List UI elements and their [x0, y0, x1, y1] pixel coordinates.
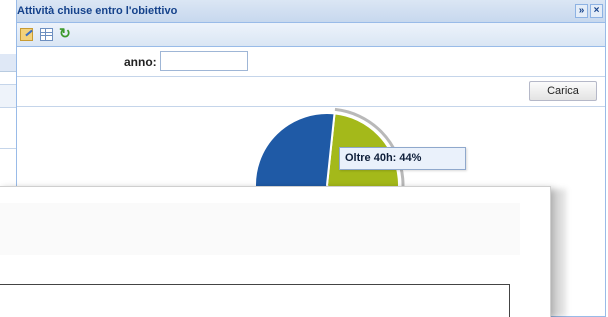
chart-tooltip: Oltre 40h: 44%: [339, 147, 466, 170]
background-panel-row: [0, 84, 16, 108]
refresh-icon[interactable]: ↻: [59, 26, 72, 40]
panel-title: Attività chiuse entro l'obiettivo: [17, 5, 178, 17]
filter-row: anno:: [17, 47, 605, 77]
background-panel-header: [0, 54, 16, 72]
panel-tools: » ×: [575, 4, 603, 18]
collapse-icon[interactable]: »: [575, 4, 588, 18]
overlay-content-box: [0, 284, 510, 317]
table-icon[interactable]: [40, 28, 53, 41]
anno-input[interactable]: [160, 51, 248, 71]
background-panel-divider: [0, 148, 16, 149]
close-icon[interactable]: ×: [590, 4, 603, 18]
panel-toolbar: ↻: [17, 23, 605, 47]
anno-label: anno:: [124, 55, 157, 69]
action-row: Carica: [17, 77, 605, 107]
carica-button[interactable]: Carica: [529, 81, 597, 101]
panel-titlebar: Attività chiuse entro l'obiettivo » ×: [17, 0, 605, 23]
overlay-dialog: [0, 186, 551, 317]
overlay-header: [0, 203, 520, 255]
edit-icon[interactable]: [20, 28, 33, 41]
